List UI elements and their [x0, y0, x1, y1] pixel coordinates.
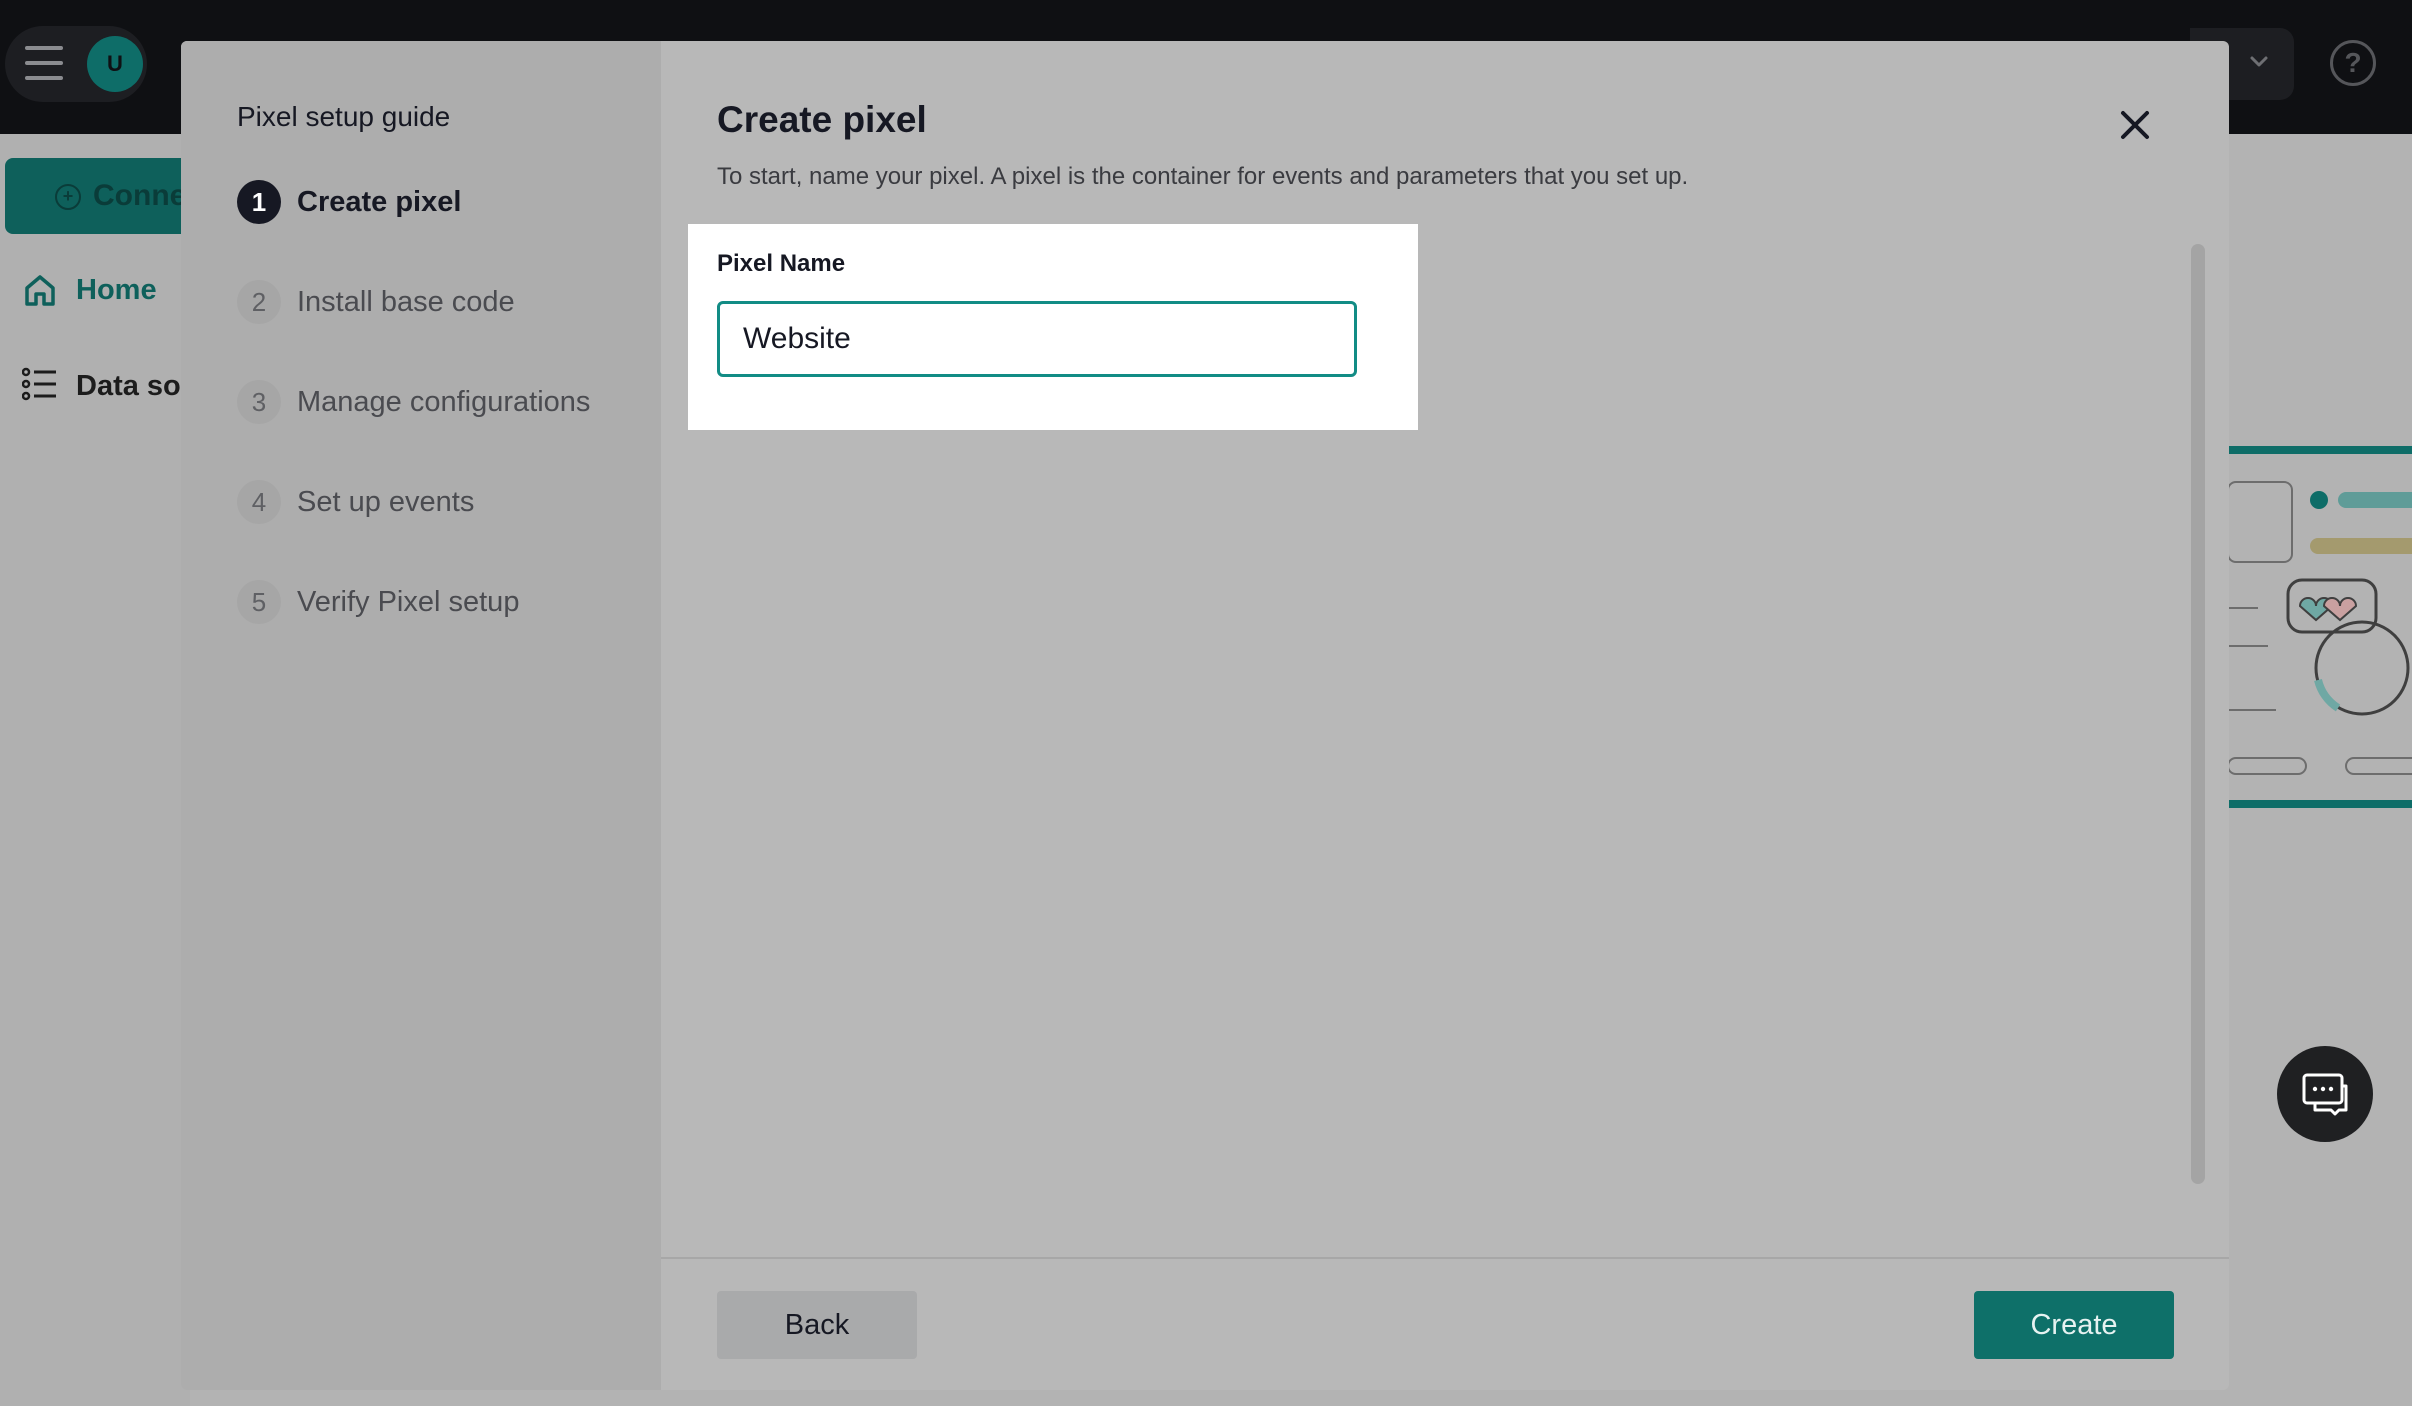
- home-icon: [25, 275, 55, 306]
- step-number: 1: [237, 180, 281, 224]
- nav-item-home[interactable]: Home: [22, 272, 157, 316]
- close-icon[interactable]: [2113, 103, 2157, 147]
- step-label: Manage configurations: [297, 385, 591, 418]
- setup-guide-title: Pixel setup guide: [237, 101, 451, 132]
- step-label: Verify Pixel setup: [297, 585, 520, 618]
- plus-circle-icon: +: [55, 184, 81, 210]
- nav-home-label: Home: [76, 274, 157, 306]
- pixel-name-label: Pixel Name: [717, 250, 846, 277]
- step-number: 3: [237, 380, 281, 424]
- modal-subtitle: To start, name your pixel. A pixel is th…: [717, 163, 1689, 190]
- content-scrollbar[interactable]: [2191, 244, 2205, 1184]
- back-button[interactable]: Back: [717, 1291, 917, 1359]
- chevron-down-icon[interactable]: [2246, 48, 2272, 74]
- modal-content: Create pixel To start, name your pixel. …: [661, 41, 2229, 1390]
- step-manage-configurations[interactable]: 3 Manage configurations: [237, 379, 590, 425]
- connect-label: Conne: [93, 179, 187, 212]
- step-label: Install base code: [297, 285, 515, 318]
- modal-title: Create pixel: [717, 99, 927, 140]
- step-verify-pixel-setup[interactable]: 5 Verify Pixel setup: [237, 579, 519, 625]
- pixel-name-input[interactable]: [717, 301, 1357, 377]
- list-icon: [21, 367, 56, 401]
- menu-icon[interactable]: [25, 46, 63, 82]
- create-button[interactable]: Create: [1974, 1291, 2174, 1359]
- step-create-pixel[interactable]: 1 Create pixel: [237, 179, 461, 225]
- help-icon[interactable]: ?: [2330, 40, 2376, 86]
- chat-support-button[interactable]: [2277, 1046, 2373, 1142]
- footer-divider: [661, 1257, 2229, 1259]
- nav-item-data-sources[interactable]: Data sou: [21, 366, 198, 410]
- connect-button[interactable]: + Conne: [5, 158, 205, 234]
- step-number: 4: [237, 480, 281, 524]
- step-install-base-code[interactable]: 2 Install base code: [237, 279, 515, 325]
- create-pixel-modal: Pixel setup guide 1 Create pixel 2 Insta…: [181, 41, 2229, 1390]
- account-switcher[interactable]: U: [5, 26, 147, 102]
- setup-guide-panel: Pixel setup guide 1 Create pixel 2 Insta…: [181, 41, 661, 1390]
- chat-icon: [2302, 1073, 2348, 1116]
- step-label: Create pixel: [297, 185, 462, 218]
- left-navigation: [0, 134, 190, 1406]
- avatar[interactable]: U: [87, 36, 143, 92]
- step-set-up-events[interactable]: 4 Set up events: [237, 479, 474, 525]
- decorative-illustration: [2228, 446, 2412, 808]
- step-number: 2: [237, 280, 281, 324]
- step-label: Set up events: [297, 485, 475, 518]
- step-number: 5: [237, 580, 281, 624]
- pixel-name-form: Pixel Name: [688, 224, 1418, 430]
